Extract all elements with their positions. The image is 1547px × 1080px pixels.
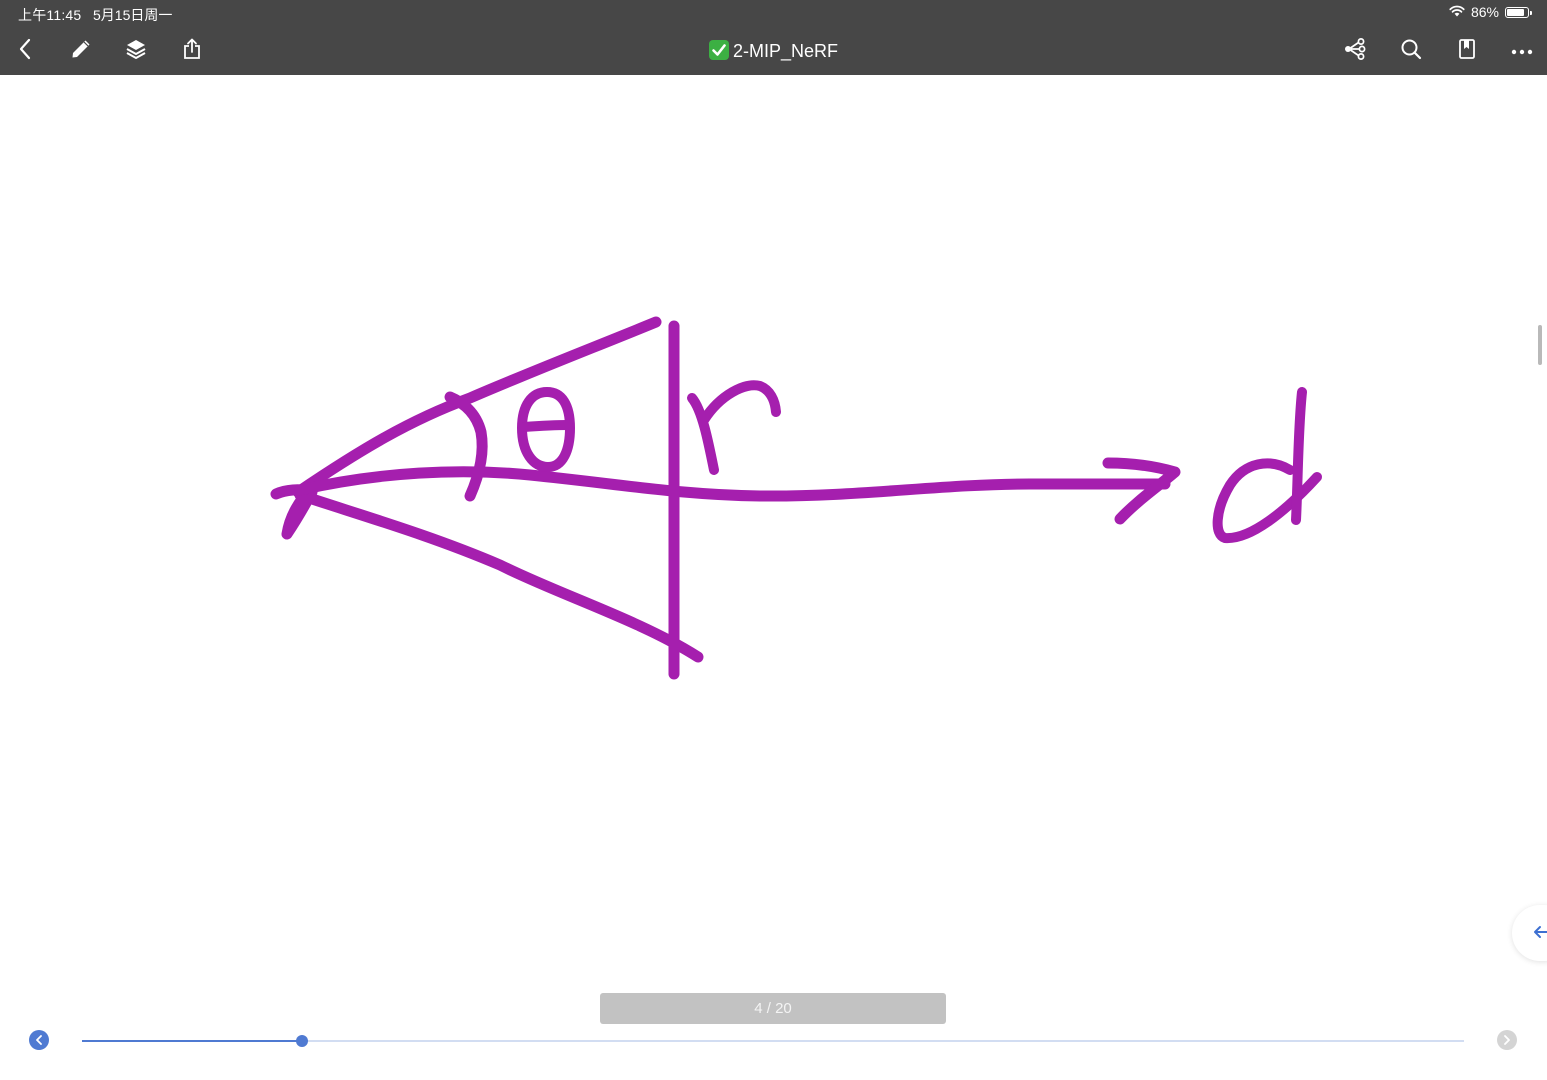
r-label-stroke — [687, 380, 781, 475]
ink-strokes — [270, 316, 1181, 680]
d-label-stem — [1291, 387, 1307, 525]
previous-page-button[interactable] — [29, 1030, 49, 1050]
search-icon — [1400, 38, 1422, 65]
battery-icon — [1505, 6, 1532, 18]
battery-percent: 86% — [1470, 4, 1499, 20]
arrow-head-stroke — [1102, 457, 1181, 525]
apex-blob-stroke — [270, 484, 318, 540]
page-indicator: 4 / 20 — [600, 993, 946, 1024]
mind-map-icon — [1343, 37, 1367, 66]
top-bar: 上午11:45 5月15日周一 86% 2-MIP_NeRF — [0, 0, 1547, 75]
chevron-right-icon — [1503, 1032, 1511, 1047]
bookmark-icon — [1457, 38, 1477, 65]
toolbar: 2-MIP_NeRF — [0, 26, 1547, 75]
angle-arc-stroke — [444, 391, 488, 502]
document-title-text: 2-MIP_NeRF — [732, 41, 839, 61]
wifi-icon — [1449, 4, 1465, 20]
ray-lower-stroke — [294, 489, 704, 663]
handwriting-drawing — [270, 316, 1322, 680]
arrow-left-icon — [1532, 922, 1547, 945]
battery-nub — [1530, 10, 1532, 15]
ink-labels — [517, 380, 1322, 544]
bookmark-button[interactable] — [1454, 38, 1480, 64]
check-mark-button-icon — [708, 40, 729, 60]
more-button[interactable] — [1509, 38, 1535, 64]
status-bar: 上午11:45 5月15日周一 86% — [0, 0, 1547, 26]
next-page-button[interactable] — [1497, 1030, 1517, 1050]
status-time: 上午11:45 — [18, 7, 82, 23]
chevron-left-icon — [35, 1032, 43, 1047]
battery-fill — [1507, 8, 1524, 16]
note-canvas[interactable] — [0, 75, 1547, 1080]
page-slider-thumb[interactable] — [295, 1035, 308, 1047]
center-line-stroke — [294, 466, 1171, 502]
theta-label-bar — [519, 420, 573, 432]
mind-map-button[interactable] — [1342, 37, 1368, 66]
more-icon — [1511, 42, 1533, 60]
search-button[interactable] — [1398, 38, 1424, 64]
status-right: 86% — [1449, 4, 1532, 20]
status-date: 5月15日周一 — [93, 7, 173, 23]
vertical-scroll-indicator[interactable] — [1538, 325, 1542, 365]
page-slider-fill — [82, 1040, 302, 1042]
document-title: 2-MIP_NeRF — [0, 40, 1547, 62]
page-slider[interactable] — [82, 1035, 1464, 1047]
